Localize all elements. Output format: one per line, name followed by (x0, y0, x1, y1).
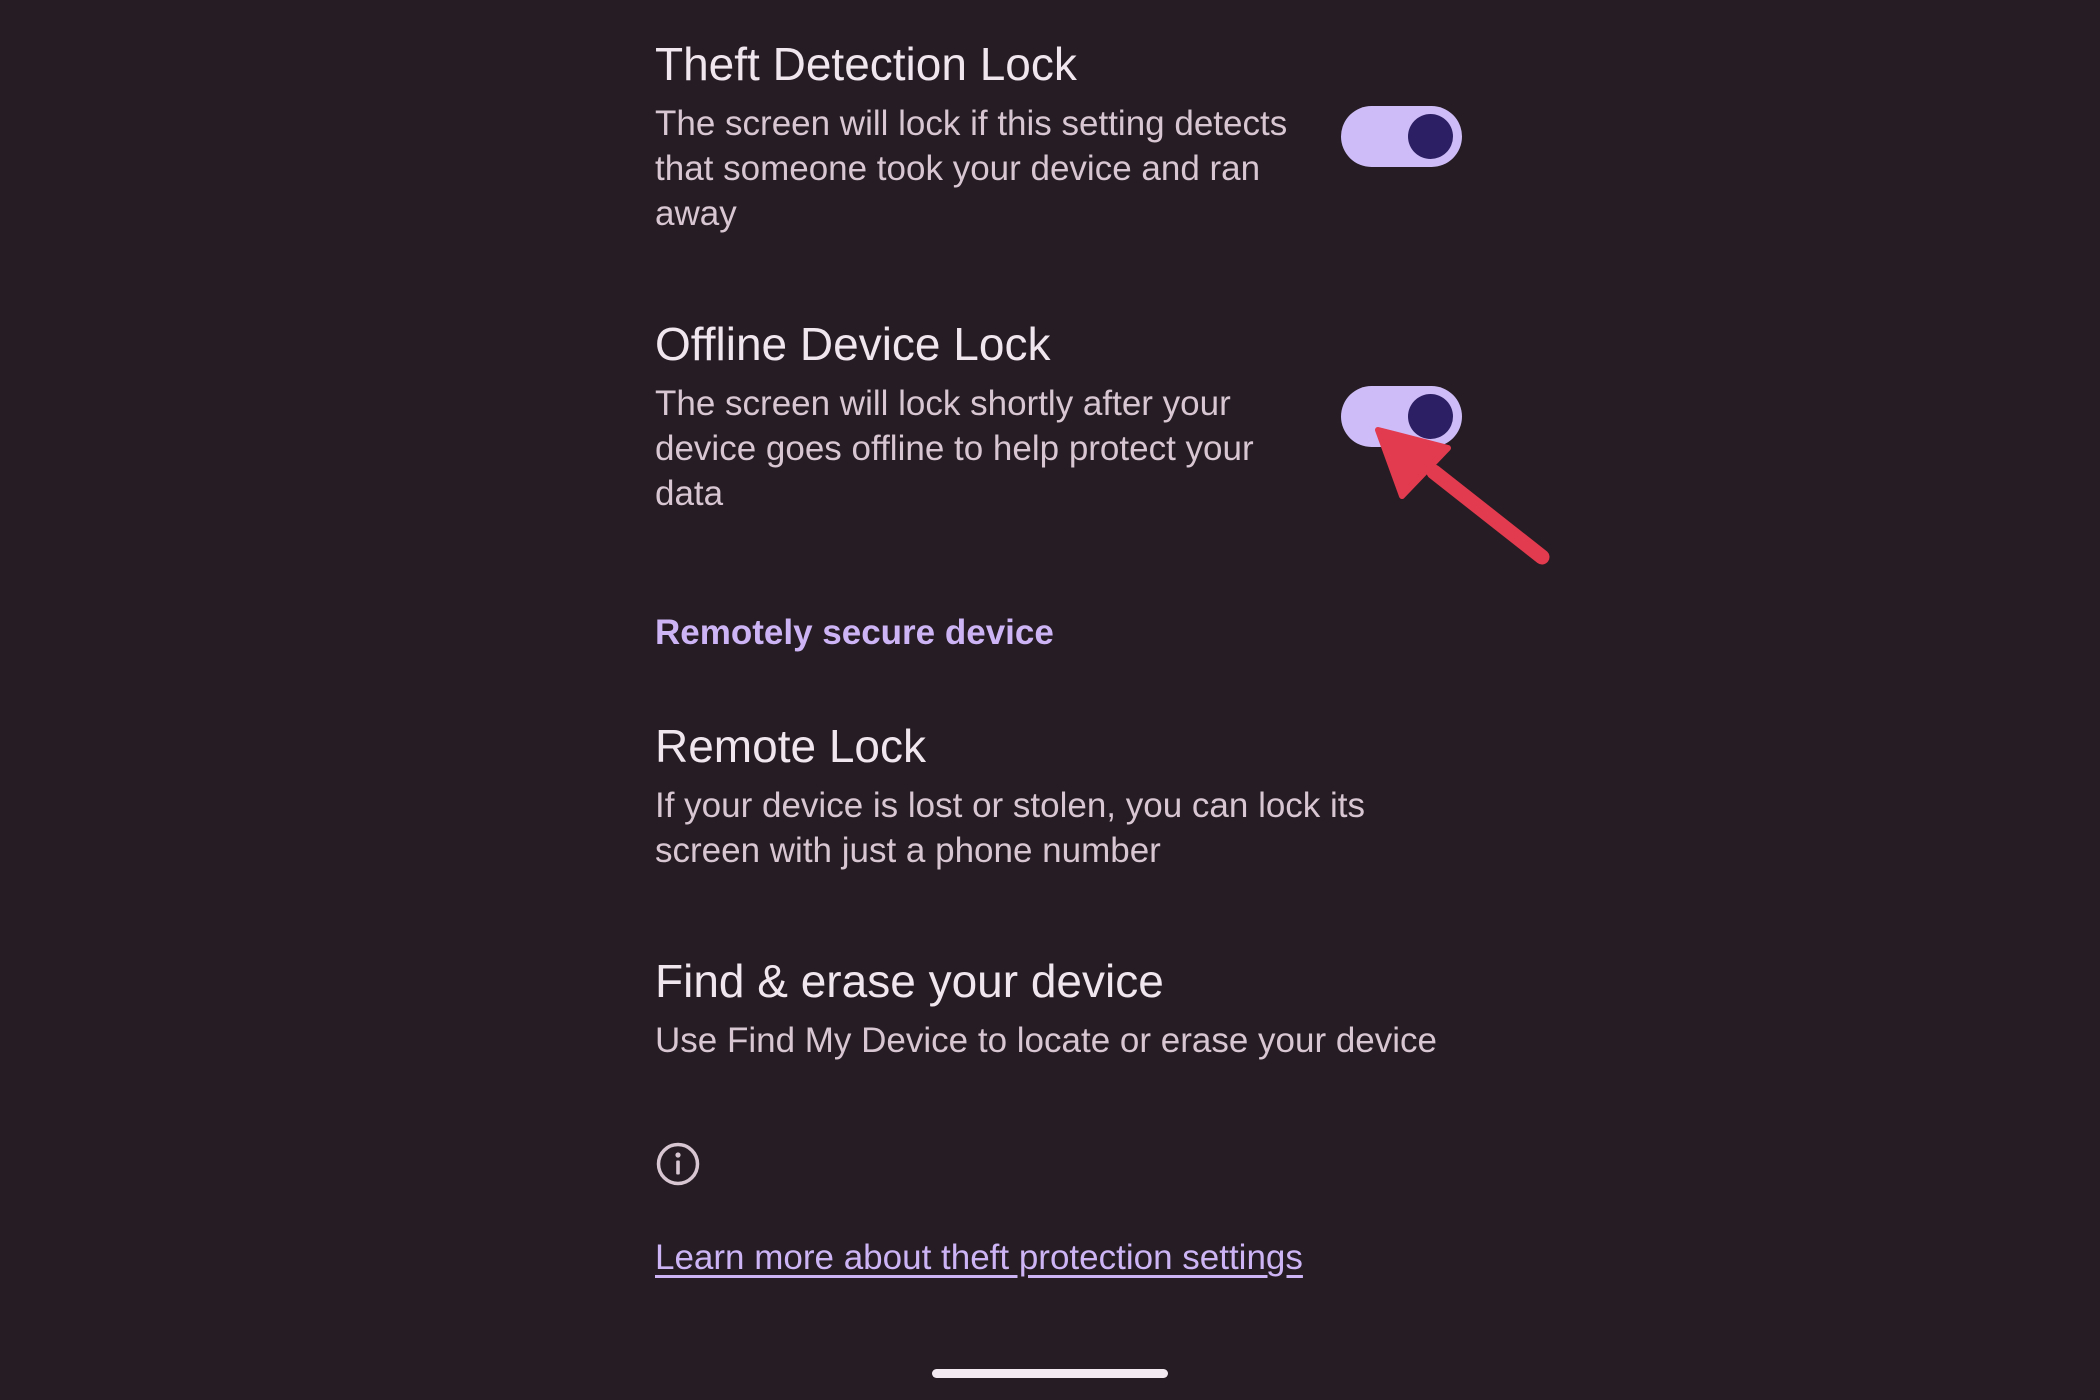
remote-lock-description: If your device is lost or stolen, you ca… (655, 786, 1366, 870)
learn-more-theft-protection-link[interactable]: Learn more about theft protection settin… (655, 1235, 1303, 1280)
theft-protection-settings-screen: Theft Detection Lock The screen will loc… (0, 0, 2100, 1400)
theft-detection-lock-title: Theft Detection Lock (655, 38, 1077, 90)
toggle-thumb (1408, 114, 1453, 159)
info-circle-icon (656, 1142, 700, 1186)
toggle-thumb (1408, 394, 1453, 439)
remotely-secure-device-header: Remotely secure device (655, 613, 1054, 652)
offline-device-lock-toggle[interactable] (1341, 386, 1462, 447)
gesture-navigation-handle[interactable] (932, 1369, 1168, 1378)
find-erase-device-title: Find & erase your device (655, 955, 1164, 1007)
remote-lock-title: Remote Lock (655, 720, 927, 772)
theft-detection-lock-description: The screen will lock if this setting det… (655, 104, 1288, 233)
theft-detection-lock-toggle[interactable] (1341, 106, 1462, 167)
offline-device-lock-title: Offline Device Lock (655, 318, 1051, 370)
offline-device-lock-description: The screen will lock shortly after your … (655, 384, 1254, 513)
find-erase-device-description: Use Find My Device to locate or erase yo… (655, 1021, 1437, 1060)
